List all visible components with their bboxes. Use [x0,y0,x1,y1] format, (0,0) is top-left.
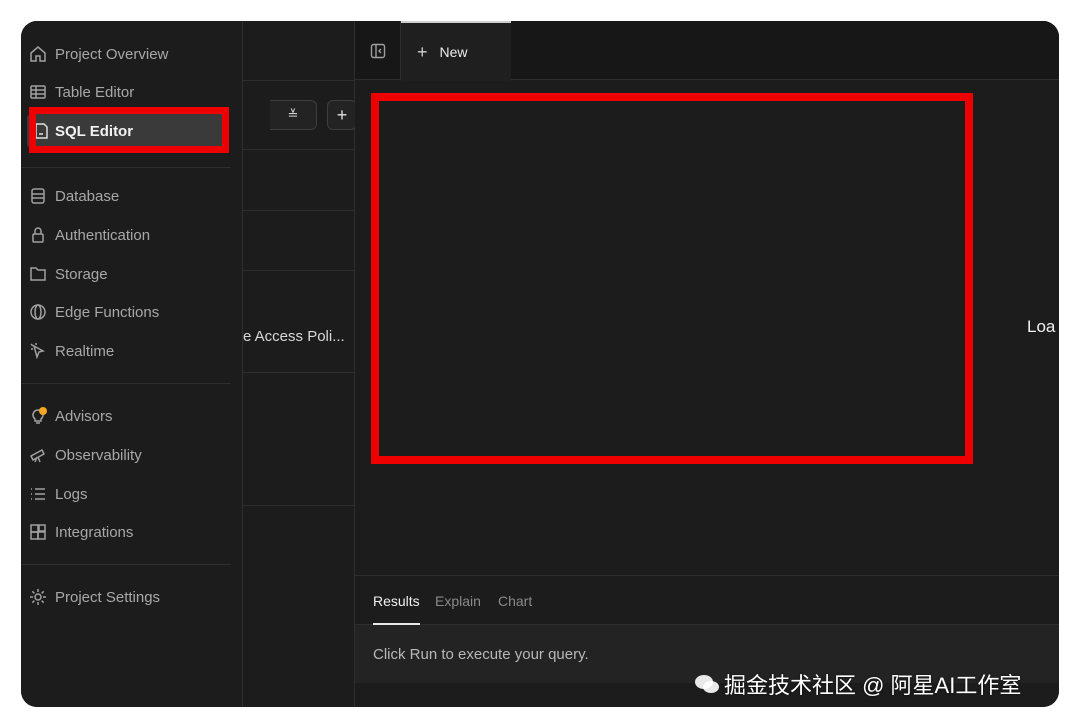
sidebar-divider [21,383,231,384]
sidebar-item-storage[interactable]: Storage [21,257,233,291]
globe-icon [21,295,55,329]
cursor-icon [21,334,55,368]
sidebar-item-advisors[interactable]: Advisors [21,399,233,433]
editor-tab-bar: + New [355,21,1059,81]
sidebar-item-label: Project Settings [55,588,161,606]
sidebar: Project Overview Table Editor SQL Editor… [21,21,243,707]
watermark-text: 掘金技术社区 @ 阿星AI工作室 [724,673,1022,698]
sql-editor-highlight-box [29,107,229,153]
sql-editor-main: + New Loa Results Explain Chart Click Ru… [355,21,1059,707]
sidebar-item-logs[interactable]: Logs [21,477,233,511]
snippet-row[interactable] [243,149,354,209]
home-icon [21,37,55,71]
sidebar-item-authentication[interactable]: Authentication [21,218,233,252]
chevron-up-down-icon: ≚ [287,107,299,122]
sidebar-item-database[interactable]: Database [21,179,233,213]
database-icon [21,179,55,213]
snippet-filter-select[interactable]: ≚ [270,100,317,130]
toggle-sidebar-button[interactable] [355,21,401,80]
sidebar-item-project-overview[interactable]: Project Overview [21,37,233,71]
sidebar-item-edge-functions[interactable]: Edge Functions [21,295,233,329]
integrations-icon [21,515,55,549]
tab-new[interactable]: + New [401,21,511,81]
sidebar-item-label: Authentication [55,226,151,244]
lock-icon [21,218,55,252]
sidebar-item-label: Database [55,187,120,205]
loading-text: Loa [1027,317,1056,336]
sidebar-item-project-settings[interactable]: Project Settings [21,580,233,614]
tab-results[interactable]: Results [373,576,420,625]
sidebar-item-label: Project Overview [55,45,169,63]
folder-icon [21,257,55,291]
telescope-icon [21,438,55,472]
list-icon [21,477,55,511]
results-tab-bar: Results Explain Chart [355,575,1059,625]
tab-chart[interactable]: Chart [498,576,532,625]
editor-highlight-box [371,93,973,464]
sidebar-collapse-icon [370,43,385,58]
sidebar-item-table-editor[interactable]: Table Editor [21,75,233,109]
advisor-alert-dot [39,407,47,415]
gear-icon [21,580,55,614]
table-icon [21,75,55,109]
sidebar-item-label: Table Editor [55,83,135,101]
sidebar-item-label: Edge Functions [55,303,160,321]
sidebar-divider [21,167,231,168]
panel-divider [243,80,354,81]
snippet-title: e Access Poli... [243,328,345,345]
tab-explain[interactable]: Explain [435,576,481,625]
panel-divider [243,505,354,506]
sidebar-item-realtime[interactable]: Realtime [21,334,233,368]
plus-icon: + [417,41,428,62]
tab-label: New [439,44,468,60]
watermark: 掘金技术社区 @ 阿星AI工作室 [694,668,1021,700]
sidebar-divider [21,564,231,565]
sidebar-item-label: Integrations [55,523,134,541]
sidebar-item-label: Realtime [55,342,115,360]
snippet-row[interactable] [243,210,354,270]
sql-snippets-panel: ≚ + e Access Poli... [243,21,357,707]
wechat-icon [695,675,719,693]
sidebar-item-integrations[interactable]: Integrations [21,515,233,549]
add-snippet-button[interactable]: + [327,100,357,130]
sidebar-item-label: Storage [55,265,108,283]
app-window: Project Overview Table Editor SQL Editor… [21,21,1059,707]
sidebar-item-label: Observability [55,446,142,464]
sidebar-item-label: Logs [55,485,88,503]
sidebar-item-label: Advisors [55,407,113,425]
snippet-row[interactable] [243,270,354,373]
lightbulb-icon [21,399,55,433]
sidebar-item-observability[interactable]: Observability [21,438,233,472]
